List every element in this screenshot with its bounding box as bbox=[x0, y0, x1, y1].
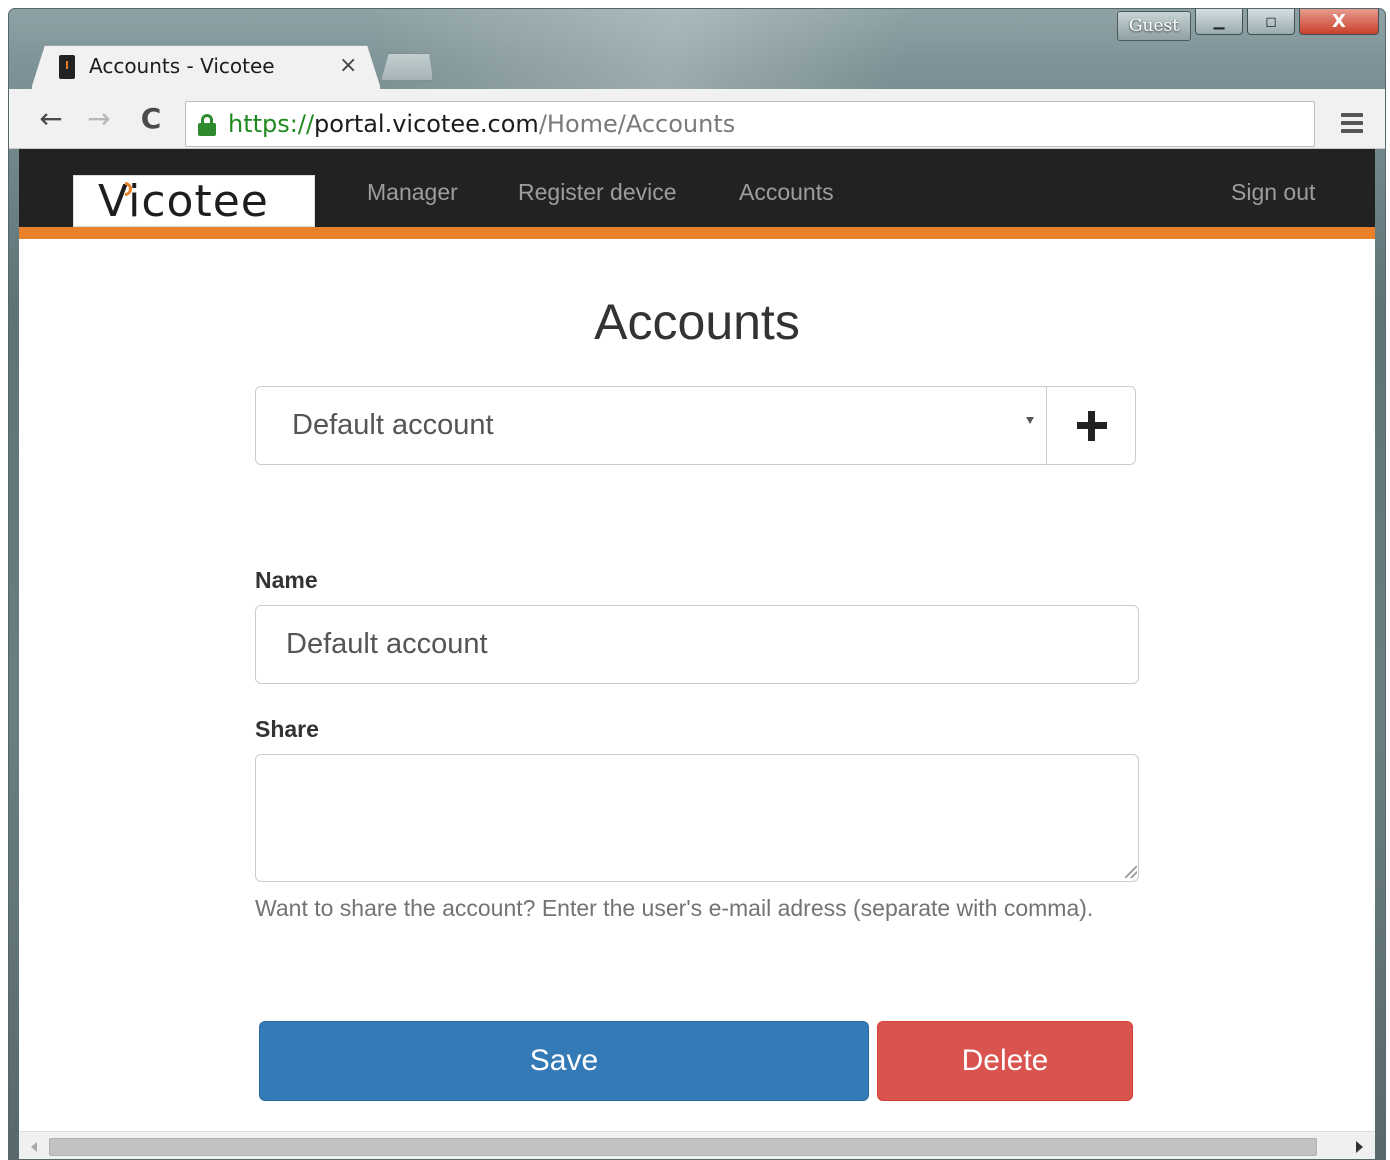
brand-logo[interactable]: Vicotee bbox=[73, 175, 315, 227]
tab-close-icon[interactable]: × bbox=[339, 53, 357, 78]
share-textarea[interactable] bbox=[255, 754, 1139, 882]
name-input[interactable] bbox=[255, 605, 1139, 684]
share-label: Share bbox=[255, 716, 319, 742]
close-window-button[interactable]: X bbox=[1299, 9, 1379, 35]
url-host: portal.vicotee.com bbox=[314, 110, 539, 138]
back-icon[interactable]: ← bbox=[35, 103, 67, 135]
save-button[interactable]: Save bbox=[259, 1021, 869, 1101]
browser-toolbar: ← → C https://portal.vicotee.com/Home/Ac… bbox=[9, 89, 1385, 149]
vicotee-favicon-icon bbox=[59, 55, 75, 79]
share-help-text: Want to share the account? Enter the use… bbox=[255, 895, 1094, 921]
nav-link-manager[interactable]: Manager bbox=[367, 179, 458, 206]
scroll-right-icon[interactable] bbox=[1356, 1141, 1363, 1153]
minimize-button[interactable]: ▁ bbox=[1195, 9, 1243, 35]
delete-button[interactable]: Delete bbox=[877, 1021, 1133, 1101]
horizontal-scrollbar[interactable] bbox=[19, 1131, 1375, 1159]
chevron-down-icon bbox=[1026, 417, 1034, 424]
url-scheme: https:// bbox=[228, 110, 315, 138]
address-bar[interactable]: https://portal.vicotee.com/Home/Accounts bbox=[185, 101, 1315, 147]
account-select[interactable]: Default account bbox=[255, 386, 1047, 465]
account-select-value: Default account bbox=[292, 409, 494, 441]
menu-icon[interactable] bbox=[1341, 113, 1363, 137]
url-text: https://portal.vicotee.com/Home/Accounts bbox=[228, 110, 735, 138]
window-caption-buttons: ▁ ◻ X bbox=[1195, 9, 1379, 35]
sign-out-link[interactable]: Sign out bbox=[1231, 179, 1315, 206]
nav-link-accounts[interactable]: Accounts bbox=[739, 179, 834, 206]
scrollbar-thumb[interactable] bbox=[49, 1138, 1317, 1156]
new-tab-button[interactable] bbox=[381, 53, 433, 81]
site-navbar: Vicotee Manager Register device Accounts… bbox=[19, 149, 1375, 239]
reload-icon[interactable]: C bbox=[135, 103, 167, 135]
guest-profile-badge[interactable]: Guest bbox=[1117, 11, 1191, 41]
page-viewport: Vicotee Manager Register device Accounts… bbox=[19, 149, 1375, 1159]
window-frame-glare bbox=[369, 9, 1129, 89]
tab-title: Accounts - Vicotee bbox=[89, 54, 275, 78]
browser-window: Guest ▁ ◻ X Accounts - Vicotee × ← → C h… bbox=[8, 8, 1386, 1160]
name-label: Name bbox=[255, 567, 318, 593]
scroll-left-icon[interactable] bbox=[31, 1142, 37, 1152]
page-title: Accounts bbox=[594, 294, 800, 350]
maximize-button[interactable]: ◻ bbox=[1247, 9, 1295, 35]
resize-grip-icon[interactable] bbox=[1125, 866, 1137, 878]
lock-icon bbox=[198, 114, 216, 136]
nav-link-register-device[interactable]: Register device bbox=[518, 179, 677, 206]
plus-icon bbox=[1077, 411, 1107, 441]
url-path: /Home/Accounts bbox=[538, 110, 736, 138]
add-account-button[interactable] bbox=[1046, 386, 1136, 465]
forward-icon[interactable]: → bbox=[83, 103, 115, 135]
